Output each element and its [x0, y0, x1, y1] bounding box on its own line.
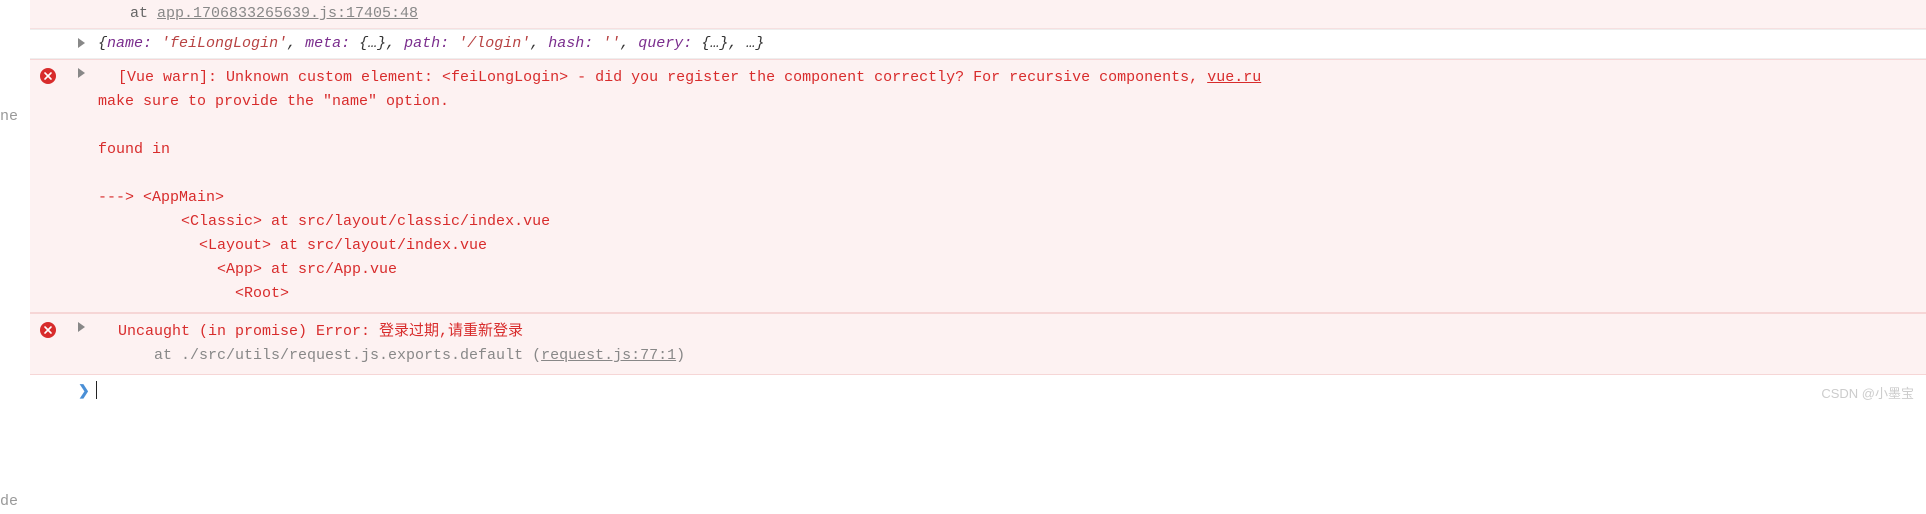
- error-content: Uncaught (in promise) Error: 登录过期,请重新登录 …: [118, 320, 1916, 368]
- watermark-text: CSDN @小墨宝: [1821, 384, 1914, 405]
- cropped-text-left-2: de: [0, 490, 18, 514]
- obj-key-query: query:: [638, 35, 692, 52]
- brace-open: {: [98, 35, 107, 52]
- error-icon: [40, 322, 56, 338]
- cropped-text-left-1: ne: [0, 105, 18, 129]
- console-prompt[interactable]: ❯: [30, 375, 1926, 407]
- obj-val-query: {…}: [701, 35, 728, 52]
- obj-key-name: name:: [107, 35, 152, 52]
- obj-key-path: path:: [404, 35, 449, 52]
- error-head: [Vue warn]: Unknown custom element: <fei…: [118, 69, 1207, 86]
- stack-close: ): [676, 347, 685, 364]
- error-line2: make sure to provide the "name" option.: [98, 93, 449, 110]
- obj-key-hash: hash:: [548, 35, 593, 52]
- error-message-uncaught: Uncaught (in promise) Error: 登录过期,请重新登录 …: [30, 313, 1926, 375]
- stack-at-prefix: at: [130, 5, 157, 22]
- disclosure-triangle-icon[interactable]: [78, 322, 85, 332]
- disclosure-triangle-icon[interactable]: [78, 68, 85, 78]
- error-icon: [40, 68, 56, 84]
- text-cursor: [96, 381, 97, 399]
- component-tree: ---> <AppMain> <Classic> at src/layout/c…: [98, 189, 550, 302]
- stack-source-link[interactable]: request.js:77:1: [541, 347, 676, 364]
- prompt-arrow-icon: ❯: [78, 381, 90, 403]
- console-panel: ne de at app.1706833265639.js:17405:48 {…: [0, 0, 1926, 407]
- stack-frame-row: at app.1706833265639.js:17405:48: [30, 0, 1926, 29]
- stack-at: at ./src/utils/request.js.exports.defaul…: [118, 347, 541, 364]
- error-source-link[interactable]: vue.ru: [1207, 69, 1261, 86]
- obj-val-meta: {…}: [359, 35, 386, 52]
- obj-val-hash: '': [602, 35, 620, 52]
- object-preview-row[interactable]: {name: 'feiLongLogin', meta: {…}, path: …: [30, 29, 1926, 59]
- error-found-in: found in: [98, 141, 170, 158]
- brace-close: }: [755, 35, 764, 52]
- error-content: [Vue warn]: Unknown custom element: <fei…: [118, 66, 1916, 306]
- error-message-vue-warn: [Vue warn]: Unknown custom element: <fei…: [30, 59, 1926, 313]
- stack-source-link[interactable]: app.1706833265639.js:17405:48: [157, 5, 418, 22]
- obj-key-meta: meta:: [305, 35, 350, 52]
- obj-val-path: '/login': [458, 35, 530, 52]
- obj-val-name: 'feiLongLogin': [161, 35, 287, 52]
- error-head: Uncaught (in promise) Error: 登录过期,请重新登录: [118, 323, 523, 340]
- disclosure-triangle-icon[interactable]: [78, 38, 85, 48]
